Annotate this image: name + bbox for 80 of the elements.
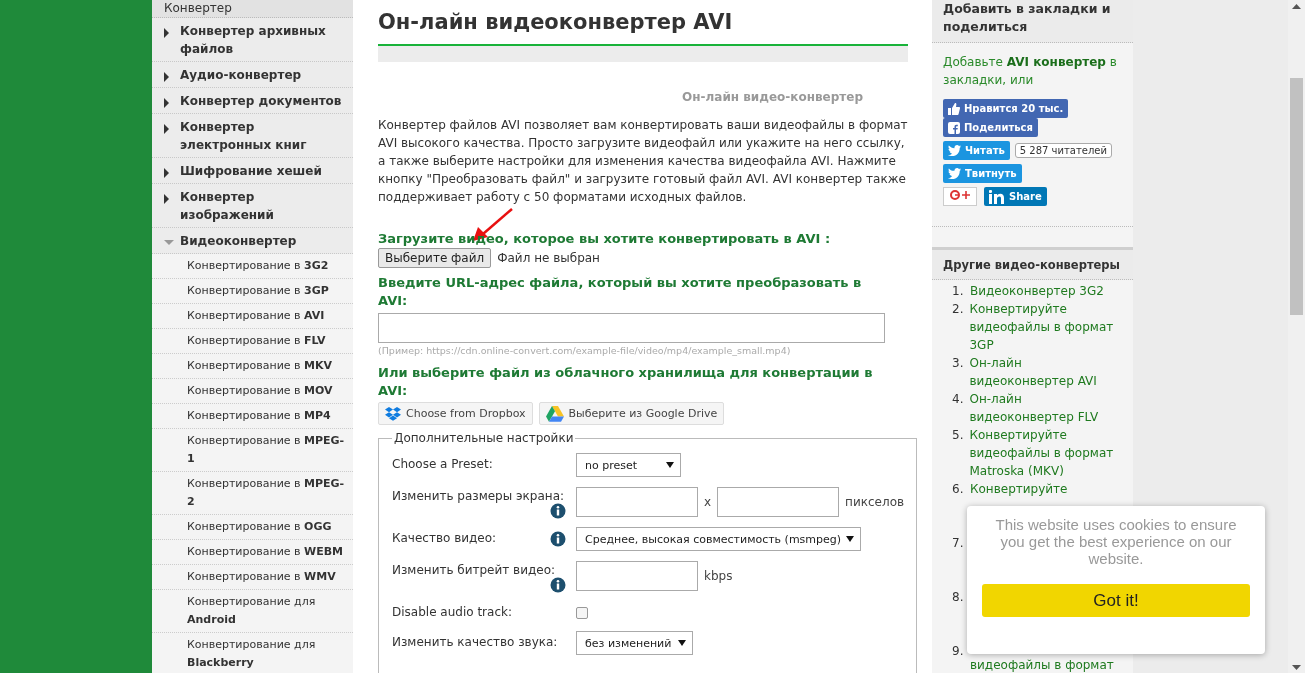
- url-field[interactable]: [378, 313, 885, 343]
- converter-link[interactable]: видеофайлы в формат: [970, 656, 1114, 673]
- share-button[interactable]: Поделиться: [943, 118, 1038, 137]
- cookie-message: This website uses cookies to ensure you get the best experience on our website.: [994, 516, 1238, 567]
- follower-count: 5 287 читателей: [1014, 143, 1112, 158]
- quality-select[interactable]: Среднее, высокая совместимость (msmpeg): [576, 527, 861, 551]
- converter-link[interactable]: Конвертируйте видеофайлы в формат Matroska (MKV): [969, 426, 1123, 480]
- share-header: Добавить в закладки и поделиться: [932, 0, 1133, 43]
- bird-icon: [948, 145, 961, 156]
- converter-link[interactable]: Он-лайн видеоконвертер FLV: [969, 390, 1123, 426]
- list-number: 7.: [952, 535, 964, 552]
- related-header: Другие видео-конвертеры: [932, 247, 1133, 280]
- box-icon: [385, 406, 401, 421]
- choose-file-button[interactable]: Выберите файл: [378, 248, 492, 268]
- sidebar-item[interactable]: Видеоконвертер: [152, 228, 353, 254]
- sidebar-header: Конвертер: [152, 0, 353, 18]
- list-number: 6.: [952, 481, 964, 498]
- url-heading: Введите URL-адрес файла, который вы хотите преобразовать в AVI:: [378, 274, 863, 310]
- facebook-icon: [948, 121, 960, 134]
- google-plus-button[interactable]: [943, 187, 977, 206]
- scroll-down-icon[interactable]: [1292, 665, 1301, 671]
- caret-icon: [678, 640, 686, 646]
- setting-label: Изменить битрейт видео:: [392, 563, 556, 577]
- bookmark-text: Добавьте AVI конвертер в закладки, или: [943, 54, 1118, 89]
- list-number: 1.: [952, 283, 964, 300]
- setting-label: Изменить качество звука:: [392, 635, 558, 649]
- bitrate-field[interactable]: [576, 561, 698, 591]
- url-example: (Пример: https://cdn.online-convert.com/example-file/video/mp4/example_small.mp4): [378, 345, 792, 356]
- sidebar-item[interactable]: Шифрование хешей: [152, 158, 353, 184]
- scroll-up-icon[interactable]: [1292, 4, 1301, 9]
- setting-label: Качество видео:: [392, 531, 497, 545]
- google-plus-icon: [950, 190, 970, 200]
- settings-legend: Дополнительные настройки: [392, 431, 576, 445]
- caret-icon: [666, 462, 674, 468]
- preset-select[interactable]: без изменений: [576, 631, 693, 655]
- info-icon[interactable]: [550, 577, 566, 593]
- like-button[interactable]: Нравится 20 тыс.: [943, 99, 1069, 118]
- triangle-icon: [545, 405, 564, 422]
- scrollbar[interactable]: [1288, 0, 1305, 673]
- sidebar-item[interactable]: Аудио-конвертер: [152, 62, 353, 88]
- unit-label: kbps: [704, 569, 733, 583]
- times-sign: x: [704, 495, 712, 509]
- converter-link[interactable]: Видеоконвертер 3G2: [970, 282, 1104, 300]
- cloud-heading: Или выберите файл из облачного хранилища для конвертации в AVI:: [378, 364, 874, 400]
- description: Конвертер файлов AVI позволяет вам конвертировать ваши видеофайлы в формат AVI высокого качества. Просто загрузите видеофайл или укажите на него ссылку, а также выберите настройки для изменения качества видеофайла AVI. Нажмите кнопку "Преобразовать файл" и загрузите готовый файл AVI. AVI конвертер также поддерживает работу с 50 форматами исходных файлов.: [378, 117, 908, 206]
- tagline: Он-лайн видео-конвертер: [681, 90, 863, 104]
- caret-icon: [846, 536, 854, 542]
- list-number: 5.: [952, 427, 964, 444]
- file-status: Файл не выбран: [497, 251, 600, 265]
- setting-label: Disable audio track:: [392, 605, 512, 619]
- checkbox[interactable]: [576, 607, 588, 619]
- sidebar-item[interactable]: Конвертер изображений: [152, 184, 353, 228]
- height-field[interactable]: [717, 487, 840, 517]
- scroll-thumb[interactable]: [1290, 78, 1303, 315]
- setting-label: Choose a Preset:: [392, 457, 493, 471]
- converter-link[interactable]: Конвертируйте: [970, 480, 1068, 498]
- converter-link[interactable]: Конвертируйте видеофайлы в формат 3GP: [969, 300, 1123, 354]
- list-number: 2.: [952, 301, 964, 318]
- info-icon[interactable]: [550, 503, 566, 519]
- setting-label: Изменить размеры экрана:: [392, 489, 565, 503]
- list-number: 3.: [952, 355, 964, 372]
- sidebar-item[interactable]: Конвертер архивных файлов: [152, 18, 353, 62]
- list-number: 9.: [952, 643, 964, 660]
- preset-select[interactable]: no preset: [576, 453, 681, 477]
- upload-heading: Загрузите видео, которое вы хотите конвертировать в AVI :: [378, 230, 832, 248]
- drive-button[interactable]: Выберите из Google Drive: [538, 402, 725, 425]
- converter-link[interactable]: Он-лайн видеоконвертер AVI: [969, 354, 1123, 390]
- width-field[interactable]: [576, 487, 698, 517]
- linkedin-share-button[interactable]: Share: [984, 187, 1047, 206]
- sidebar-item[interactable]: Конвертер электронных книг: [152, 114, 353, 158]
- thumbs-up-icon: [948, 102, 960, 115]
- sidebar-item[interactable]: Конвертер документов: [152, 88, 353, 114]
- bird-icon: [948, 168, 961, 179]
- list-number: 4.: [952, 391, 964, 408]
- unit-label: пикселов: [845, 495, 905, 509]
- list-number: 8.: [952, 589, 964, 606]
- info-icon[interactable]: [550, 531, 566, 547]
- dropbox-button[interactable]: Choose from Dropbox: [378, 402, 533, 425]
- got-it-button[interactable]: Got it!: [982, 584, 1250, 617]
- linkedin-icon: [989, 189, 1005, 204]
